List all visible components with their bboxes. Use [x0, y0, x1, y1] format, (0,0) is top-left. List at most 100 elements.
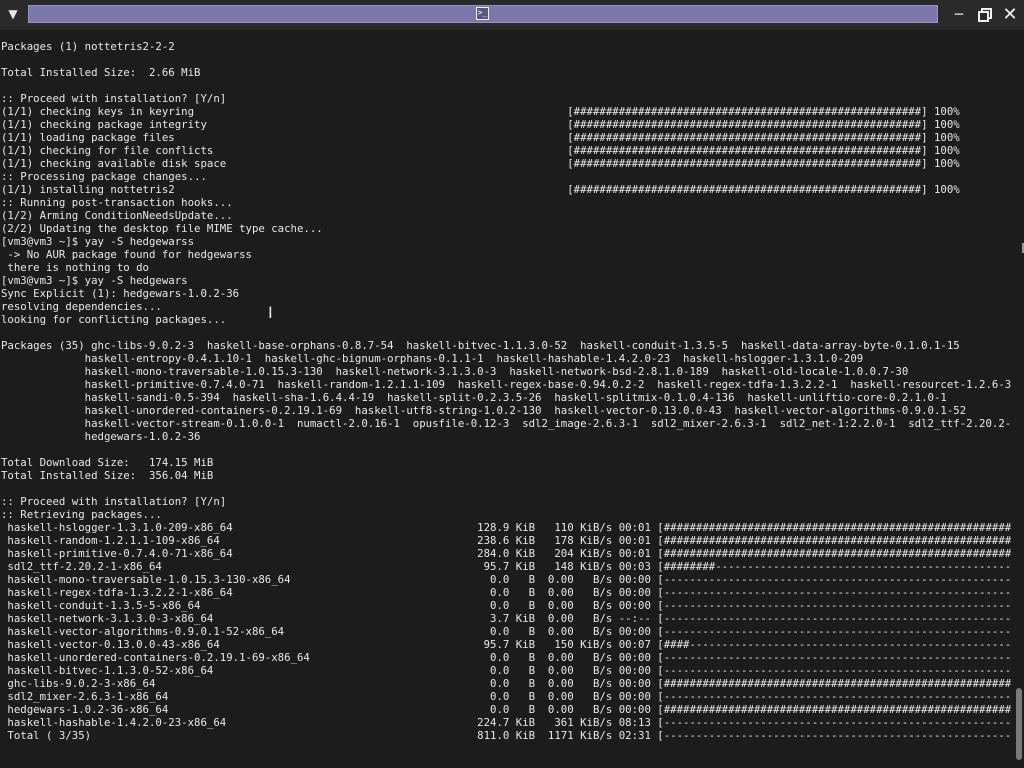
terminal-line-text: haskell-hslogger-1.3.1.0-209-x86_64 128.…	[1, 521, 1011, 534]
terminal-line: haskell-primitive-0.7.4.0-71 haskell-ran…	[1, 378, 1011, 391]
terminal-line-text: Total Download Size: 174.15 MiB	[1, 456, 214, 469]
terminal-line-text: :: Proceed with installation? [Y/n]	[1, 495, 227, 508]
terminal-line-text: haskell-conduit-1.3.5-5-x86_64 0.0 B 0.0…	[1, 599, 1011, 612]
terminal-line-text: haskell-hashable-1.4.2.0-23-x86_64 224.7…	[1, 716, 1011, 729]
terminal-line-text: ghc-libs-9.0.2-3-x86_64 0.0 B 0.00 B/s 0…	[1, 677, 1011, 690]
terminal-line-text: (1/2) Arming ConditionNeedsUpdate...	[1, 209, 233, 222]
terminal-line: haskell-regex-tdfa-1.3.2.2-1-x86_64 0.0 …	[1, 586, 1011, 599]
terminal-line: Total Installed Size: 2.66 MiB	[1, 66, 1011, 79]
terminal-line-text: haskell-primitive-0.7.4.0-71 haskell-ran…	[1, 378, 1011, 391]
terminal-line-text: haskell-primitive-0.7.4.0-71-x86_64 284.…	[1, 547, 1011, 560]
terminal-line-text: haskell-regex-tdfa-1.3.2.2-1-x86_64 0.0 …	[1, 586, 1011, 599]
terminal-line: Packages (1) nottetris2-2-2	[1, 40, 1011, 53]
terminal-line: haskell-vector-stream-0.1.0.0-1 numactl-…	[1, 417, 1011, 430]
terminal-line: Total Download Size: 174.15 MiB	[1, 456, 1011, 469]
terminal-line-text: haskell-unordered-containers-0.2.19.1-69…	[1, 404, 967, 417]
terminal-line: (1/1) checking keys in keyring [########…	[1, 105, 1011, 118]
terminal-line-text: Total Installed Size: 2.66 MiB	[1, 66, 201, 79]
terminal-line: (1/1) checking available disk space [###…	[1, 157, 1011, 170]
terminal-line: haskell-entropy-0.4.1.10-1 haskell-ghc-b…	[1, 352, 1011, 365]
terminal-line: (1/1) checking for file conflicts [#####…	[1, 144, 1011, 157]
terminal-line-text: :: Running post-transaction hooks...	[1, 196, 233, 209]
terminal-line-text: haskell-vector-stream-0.1.0.0-1 numactl-…	[1, 417, 1011, 430]
terminal-line-text: (1/1) checking keys in keyring [########…	[1, 105, 960, 118]
terminal-line-text: haskell-mono-traversable-1.0.15.3-130-x8…	[1, 573, 1011, 586]
terminal-line-text: Packages (1) nottetris2-2-2	[1, 40, 175, 53]
terminal-icon: >_	[476, 7, 489, 20]
terminal-line: (1/2) Arming ConditionNeedsUpdate...	[1, 209, 1011, 222]
terminal-line: resolving dependencies...	[1, 300, 1011, 313]
terminal-line-text: hedgewars-1.0.2-36	[1, 430, 201, 443]
terminal-line-text: sdl2_ttf-2.20.2-1-x86_64 95.7 KiB 148 Ki…	[1, 560, 1011, 573]
terminal-line: haskell-random-1.2.1.1-109-x86_64 238.6 …	[1, 534, 1011, 547]
terminal-line-text: Sync Explicit (1): hedgewars-1.0.2-36	[1, 287, 240, 300]
terminal-line: haskell-vector-algorithms-0.9.0.1-52-x86…	[1, 625, 1011, 638]
terminal-line-text: (1/1) installing nottetris2 [###########…	[1, 183, 960, 196]
terminal-line-text: looking for conflicting packages...	[1, 313, 227, 326]
terminal-line-text: (2/2) Updating the desktop file MIME typ…	[1, 222, 323, 235]
close-icon[interactable]: ✕	[999, 4, 1021, 26]
terminal-line: haskell-hashable-1.4.2.0-23-x86_64 224.7…	[1, 716, 1011, 729]
terminal-line: -> No AUR package found for hedgewarss	[1, 248, 1011, 261]
terminal-line: :: Retrieving packages...	[1, 508, 1011, 521]
terminal-line-text: haskell-vector-algorithms-0.9.0.1-52-x86…	[1, 625, 1011, 638]
minimize-icon[interactable]: ─	[948, 4, 970, 26]
terminal-line-text: :: Retrieving packages...	[1, 508, 162, 521]
terminal-line: sdl2_mixer-2.6.3-1-x86_64 0.0 B 0.00 B/s…	[1, 690, 1011, 703]
terminal-line: Packages (35) ghc-libs-9.0.2-3 haskell-b…	[1, 339, 1011, 352]
maximize-icon[interactable]	[976, 4, 998, 26]
window-titlebar: ▼ >_ ─ ✕	[0, 0, 1024, 30]
terminal-line: (1/1) checking package integrity [######…	[1, 118, 1011, 131]
terminal-line-text: Total Installed Size: 356.04 MiB	[1, 469, 214, 482]
terminal-line: haskell-conduit-1.3.5-5-x86_64 0.0 B 0.0…	[1, 599, 1011, 612]
window-title-bar-strip[interactable]: >_	[28, 5, 938, 23]
terminal-line: haskell-unordered-containers-0.2.19.1-69…	[1, 404, 1011, 417]
terminal-line: haskell-mono-traversable-1.0.15.3-130-x8…	[1, 573, 1011, 586]
terminal-line-text: (1/1) checking for file conflicts [#####…	[1, 144, 960, 157]
terminal-line: :: Proceed with installation? [Y/n]	[1, 92, 1011, 105]
terminal-line-text: Packages (35) ghc-libs-9.0.2-3 haskell-b…	[1, 339, 960, 352]
terminal-line: haskell-vector-0.13.0.0-43-x86_64 95.7 K…	[1, 638, 1011, 651]
terminal-line: sdl2_ttf-2.20.2-1-x86_64 95.7 KiB 148 Ki…	[1, 560, 1011, 573]
terminal-line: hedgewars-1.0.2-36-x86_64 0.0 B 0.00 B/s…	[1, 703, 1011, 716]
terminal-line-text: haskell-vector-0.13.0.0-43-x86_64 95.7 K…	[1, 638, 1011, 651]
text-cursor-icon: I	[268, 303, 273, 322]
terminal-line-text: resolving dependencies...	[1, 300, 162, 313]
terminal-line-text: haskell-network-3.1.3.0-3-x86_64 3.7 KiB…	[1, 612, 1011, 625]
terminal-line: (1/1) installing nottetris2 [###########…	[1, 183, 1011, 196]
terminal-line-text: sdl2_mixer-2.6.3-1-x86_64 0.0 B 0.00 B/s…	[1, 690, 1011, 703]
terminal-line: :: Running post-transaction hooks...	[1, 196, 1011, 209]
terminal-line-text: haskell-mono-traversable-1.0.15.3-130 ha…	[1, 365, 909, 378]
terminal-line-text: :: Proceed with installation? [Y/n]	[1, 92, 227, 105]
terminal-line: :: Proceed with installation? [Y/n]	[1, 495, 1011, 508]
terminal-line: looking for conflicting packages...	[1, 313, 1011, 326]
terminal-line: Sync Explicit (1): hedgewars-1.0.2-36	[1, 287, 1011, 300]
terminal-line: Total ( 3/35) 811.0 KiB 1171 KiB/s 02:31…	[1, 729, 1011, 742]
terminal-line: hedgewars-1.0.2-36	[1, 430, 1011, 443]
terminal-line-text: haskell-unordered-containers-0.2.19.1-69…	[1, 651, 1011, 664]
terminal-line-text: (1/1) loading package files [###########…	[1, 131, 960, 144]
terminal-line-text: haskell-entropy-0.4.1.10-1 haskell-ghc-b…	[1, 352, 864, 365]
terminal-scrollbar[interactable]	[1016, 688, 1022, 760]
terminal-line-text: there is nothing to do	[1, 261, 149, 274]
terminal-line-text: haskell-sandi-0.5-394 haskell-sha-1.6.4.…	[1, 391, 947, 404]
terminal-line-text: Total ( 3/35) 811.0 KiB 1171 KiB/s 02:31…	[1, 729, 1011, 742]
terminal-line: haskell-sandi-0.5-394 haskell-sha-1.6.4.…	[1, 391, 1011, 404]
terminal-line-text: haskell-bitvec-1.1.3.0-52-x86_64 0.0 B 0…	[1, 664, 1011, 677]
terminal-line: ghc-libs-9.0.2-3-x86_64 0.0 B 0.00 B/s 0…	[1, 677, 1011, 690]
terminal-line: haskell-bitvec-1.1.3.0-52-x86_64 0.0 B 0…	[1, 664, 1011, 677]
terminal-line: [vm3@vm3 ~]$ yay -S hedgewars	[1, 274, 1011, 287]
terminal-line: haskell-mono-traversable-1.0.15.3-130 ha…	[1, 365, 1011, 378]
terminal-line: haskell-network-3.1.3.0-3-x86_64 3.7 KiB…	[1, 612, 1011, 625]
terminal-output[interactable]: Packages (1) nottetris2-2-2 Total Install…	[1, 40, 1011, 760]
chevron-down-icon[interactable]: ▼	[2, 4, 24, 24]
terminal-line: haskell-unordered-containers-0.2.19.1-69…	[1, 651, 1011, 664]
terminal-line: haskell-hslogger-1.3.1.0-209-x86_64 128.…	[1, 521, 1011, 534]
terminal-line: (2/2) Updating the desktop file MIME typ…	[1, 222, 1011, 235]
terminal-line: :: Processing package changes...	[1, 170, 1011, 183]
terminal-line: haskell-primitive-0.7.4.0-71-x86_64 284.…	[1, 547, 1011, 560]
terminal-line: there is nothing to do	[1, 261, 1011, 274]
